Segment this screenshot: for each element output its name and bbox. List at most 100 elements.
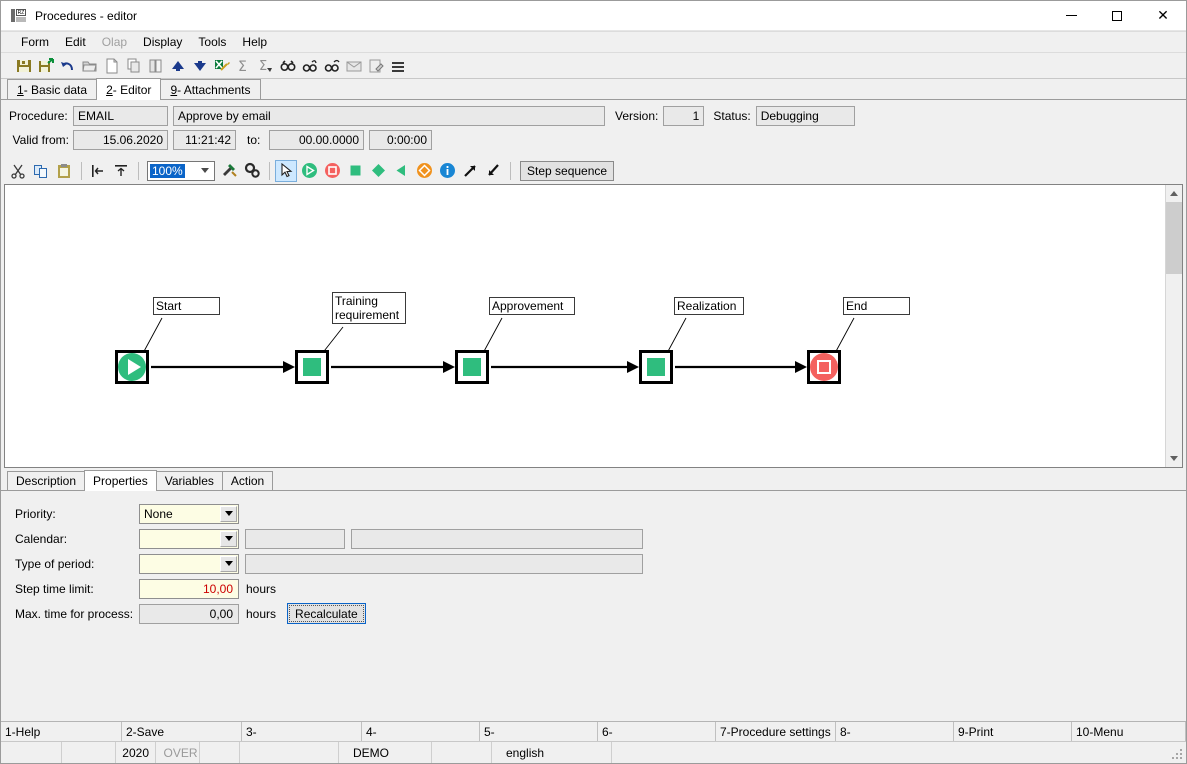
pointer-select-icon[interactable] <box>275 159 297 182</box>
scroll-up-button[interactable] <box>1166 185 1182 202</box>
find-previous-icon[interactable] <box>299 55 320 76</box>
export-excel-icon[interactable] <box>211 55 232 76</box>
node-label-end[interactable]: End <box>843 297 910 315</box>
sum-icon[interactable]: Σ <box>233 55 254 76</box>
paste-book-icon[interactable] <box>145 55 166 76</box>
align-left-icon[interactable] <box>87 160 109 182</box>
node-label-training-requirement[interactable]: Training requirement <box>332 292 406 324</box>
valid-from-date-field[interactable]: 15.06.2020 <box>73 130 168 150</box>
procedure-name-field[interactable]: Approve by email <box>173 106 605 126</box>
sum-partial-icon[interactable]: Σ <box>255 55 276 76</box>
scroll-down-button[interactable] <box>1166 450 1182 467</box>
end-node-icon[interactable] <box>321 160 343 182</box>
edit-note-icon[interactable] <box>365 55 386 76</box>
resize-grip-icon[interactable] <box>1172 749 1184 761</box>
node-label-approvement[interactable]: Approvement <box>489 297 575 315</box>
move-down-icon[interactable] <box>189 55 210 76</box>
open-folder-icon[interactable] <box>79 55 100 76</box>
info-node-icon[interactable] <box>436 160 458 182</box>
decision-node-icon[interactable] <box>367 160 389 182</box>
menu-item-tools[interactable]: Tools <box>190 33 234 51</box>
diagram-canvas[interactable]: Start Training requirement Approvement R… <box>5 185 1165 467</box>
fn-key-10-menu[interactable]: 10-Menu <box>1072 722 1186 741</box>
tab-properties[interactable]: Properties <box>84 470 157 491</box>
node-label-realization[interactable]: Realization <box>674 297 744 315</box>
diagram-node-end[interactable] <box>807 350 841 384</box>
tab-attachments[interactable]: 9 - Attachments <box>160 79 261 99</box>
function-key-bar: 1-Help 2-Save 3- 4- 5- 6- 7-Procedure se… <box>1 721 1186 741</box>
tab-editor[interactable]: 2 - Editor <box>96 78 162 100</box>
calendar-select[interactable] <box>139 528 239 549</box>
diagram-node-approvement[interactable] <box>455 350 489 384</box>
mail-icon[interactable] <box>343 55 364 76</box>
calendar-extra-field-1[interactable] <box>245 528 345 549</box>
menu-item-help[interactable]: Help <box>234 33 275 51</box>
arrow-out-icon[interactable] <box>459 160 481 182</box>
fn-key-3[interactable]: 3- <box>242 722 362 741</box>
arrow-in-icon[interactable] <box>482 160 504 182</box>
align-top-icon[interactable] <box>110 160 132 182</box>
save-as-icon[interactable] <box>35 55 56 76</box>
copy-icon[interactable] <box>30 160 52 182</box>
minimize-button[interactable] <box>1048 1 1094 31</box>
diagram-node-start[interactable] <box>115 350 149 384</box>
fn-key-6[interactable]: 6- <box>598 722 716 741</box>
to-date-field[interactable]: 00.00.0000 <box>269 130 364 150</box>
priority-select[interactable]: None <box>139 503 239 524</box>
close-button[interactable]: ✕ <box>1140 1 1186 31</box>
tab-variables[interactable]: Variables <box>155 471 223 490</box>
diagram-node-realization[interactable] <box>639 350 673 384</box>
maximize-button[interactable] <box>1094 1 1140 31</box>
diagram-node-training-requirement[interactable] <box>295 350 329 384</box>
recalculate-button[interactable]: Recalculate <box>287 603 366 624</box>
chevron-down-icon[interactable] <box>220 505 237 522</box>
zoom-select[interactable]: 100% <box>147 160 215 181</box>
calendar-extra-field-2[interactable] <box>351 528 643 549</box>
start-node-icon[interactable] <box>298 160 320 182</box>
scrollbar-track[interactable] <box>1166 202 1182 450</box>
menu-item-form[interactable]: Form <box>13 33 57 51</box>
scrollbar-thumb[interactable] <box>1166 202 1182 274</box>
version-field[interactable]: 1 <box>663 106 705 126</box>
tab-action[interactable]: Action <box>221 471 274 490</box>
tools-hammer-icon[interactable] <box>218 160 240 182</box>
tab-basic-data[interactable]: 1 - Basic data <box>7 79 98 99</box>
step-sequence-button[interactable]: Step sequence <box>520 160 615 181</box>
procedure-code-field[interactable]: EMAIL <box>73 106 168 126</box>
fn-key-9-print[interactable]: 9-Print <box>954 722 1072 741</box>
period-extra-field[interactable] <box>245 553 643 574</box>
copy-icon[interactable] <box>123 55 144 76</box>
to-time-field[interactable]: 0:00:00 <box>369 130 432 150</box>
max-time-label: Max. time for process: <box>15 606 134 621</box>
branch-node-icon[interactable] <box>413 160 435 182</box>
condition-node-icon[interactable] <box>390 160 412 182</box>
step-time-limit-input[interactable]: 10,00 <box>139 578 239 599</box>
settings-gears-icon[interactable] <box>241 160 263 182</box>
fn-key-8[interactable]: 8- <box>836 722 954 741</box>
status-field[interactable]: Debugging <box>755 106 855 126</box>
paste-icon[interactable] <box>53 160 75 182</box>
find-icon[interactable] <box>277 55 298 76</box>
step-node-icon[interactable] <box>344 160 366 182</box>
canvas-vertical-scrollbar[interactable] <box>1165 185 1182 467</box>
fn-key-7-procedure-settings[interactable]: 7-Procedure settings <box>716 722 836 741</box>
new-document-icon[interactable] <box>101 55 122 76</box>
node-label-start[interactable]: Start <box>153 297 220 315</box>
find-next-icon[interactable] <box>321 55 342 76</box>
chevron-down-icon[interactable] <box>220 530 237 547</box>
fn-key-4[interactable]: 4- <box>362 722 480 741</box>
chevron-down-icon[interactable] <box>220 555 237 572</box>
menu-item-display[interactable]: Display <box>135 33 190 51</box>
valid-from-time-field[interactable]: 11:21:42 <box>173 130 236 150</box>
fn-key-5[interactable]: 5- <box>480 722 598 741</box>
menu-lines-icon[interactable] <box>387 55 408 76</box>
cut-icon[interactable] <box>7 160 29 182</box>
save-icon[interactable] <box>13 55 34 76</box>
period-select[interactable] <box>139 553 239 574</box>
undo-icon[interactable] <box>57 55 78 76</box>
menu-item-edit[interactable]: Edit <box>57 33 94 51</box>
tab-description[interactable]: Description <box>7 471 86 490</box>
fn-key-2-save[interactable]: 2-Save <box>122 722 242 741</box>
fn-key-1-help[interactable]: 1-Help <box>1 722 122 741</box>
move-up-icon[interactable] <box>167 55 188 76</box>
